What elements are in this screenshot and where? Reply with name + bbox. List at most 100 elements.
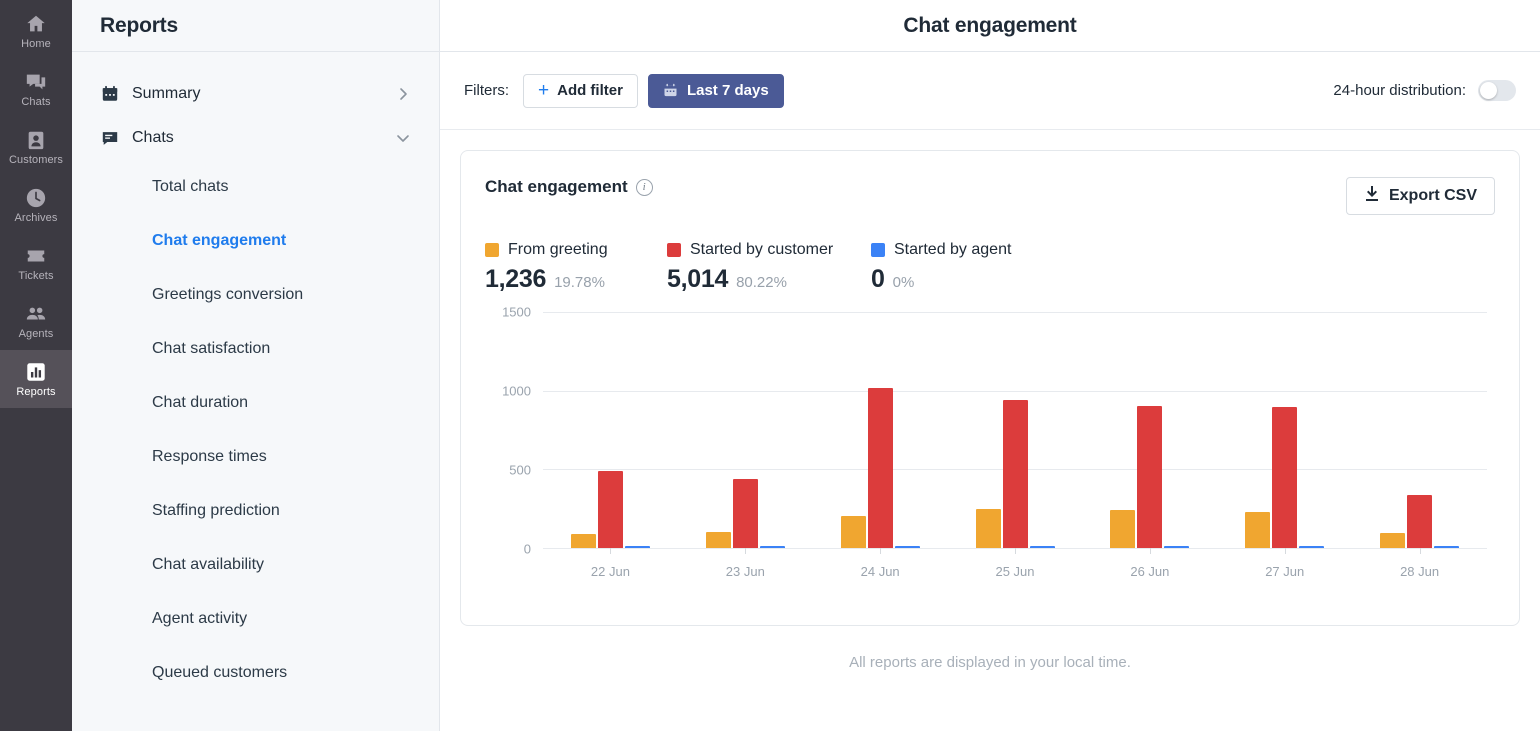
legend-percent: 0%	[892, 274, 915, 291]
chart-bar[interactable]	[1029, 545, 1055, 548]
sidebar-title: Reports	[100, 13, 178, 37]
rail-item-archives[interactable]: Archives	[0, 176, 72, 234]
chart-x-label: 23 Jun	[725, 564, 765, 579]
sidebar-item-chat-duration[interactable]: Chat duration	[72, 376, 439, 430]
chart-bar[interactable]	[840, 515, 866, 548]
rail-item-home[interactable]: Home	[0, 2, 72, 60]
calendar-icon	[663, 83, 678, 98]
chart-bar-group[interactable]	[1217, 312, 1352, 554]
chart-bar[interactable]	[624, 545, 650, 548]
chart-bar-group[interactable]	[678, 312, 813, 554]
legend-value: 5,014	[667, 265, 729, 293]
add-filter-label: Add filter	[557, 82, 623, 99]
main-panel: Chat engagement Filters: + Add filter La…	[440, 0, 1540, 731]
sidebar-item-total-chats[interactable]: Total chats	[72, 160, 439, 214]
legend-percent: 19.78%	[554, 274, 605, 291]
chart-bars	[948, 312, 1083, 548]
chart-bar[interactable]	[1299, 545, 1325, 548]
sidebar-group-summary[interactable]: Summary	[72, 72, 439, 116]
rail-label-tickets: Tickets	[18, 270, 54, 282]
chart-bar[interactable]	[1272, 406, 1298, 548]
chart-bar[interactable]	[867, 387, 893, 548]
chart-bar[interactable]	[1407, 494, 1433, 548]
chart-x-label: 28 Jun	[1400, 564, 1440, 579]
sidebar-group-chats[interactable]: Chats	[72, 116, 439, 160]
chart-bar[interactable]	[570, 533, 596, 548]
chart-bar[interactable]	[1137, 406, 1163, 548]
card-title-row: Chat engagement i	[485, 177, 653, 197]
chart-bar[interactable]	[705, 531, 731, 548]
chart-bar-group[interactable]	[1352, 312, 1487, 554]
sidebar-item-chat-engagement[interactable]: Chat engagement	[72, 214, 439, 268]
rail-label-customers: Customers	[8, 154, 64, 166]
chat-engagement-card: Chat engagement i Export CSV From greeti…	[460, 150, 1520, 626]
chart-bar[interactable]	[1245, 511, 1271, 548]
info-icon[interactable]: i	[635, 178, 653, 196]
distribution-toggle[interactable]	[1478, 80, 1516, 101]
app-root: Home Chats Customers Archives Tickets Ag…	[0, 0, 1540, 731]
chart-bar-group[interactable]	[1082, 312, 1217, 554]
plus-icon: +	[538, 80, 550, 101]
sidebar-item-chat-availability[interactable]: Chat availability	[72, 538, 439, 592]
rail-item-agents[interactable]: Agents	[0, 292, 72, 350]
rail-item-tickets[interactable]: Tickets	[0, 234, 72, 292]
rail-item-customers[interactable]: Customers	[0, 118, 72, 176]
date-range-button[interactable]: Last 7 days	[647, 73, 784, 108]
local-time-note: All reports are displayed in your local …	[849, 654, 1131, 671]
agents-icon	[24, 302, 48, 326]
sidebar-item-chat-satisfaction[interactable]: Chat satisfaction	[72, 322, 439, 376]
chart-bar[interactable]	[1002, 400, 1028, 548]
chart-bar[interactable]	[1110, 509, 1136, 548]
legend-swatch	[485, 243, 499, 257]
filters-label: Filters:	[464, 82, 509, 99]
legend-item-started-by-agent: Started by agent 0 0%	[871, 241, 1011, 294]
sidebar-item-label: Total chats	[152, 178, 229, 195]
legend-label: Started by customer	[690, 241, 834, 258]
export-csv-button[interactable]: Export CSV	[1345, 177, 1495, 215]
rail-label-agents: Agents	[18, 328, 54, 340]
chat-bubble-icon	[100, 128, 120, 148]
chart-bars	[1082, 312, 1217, 548]
legend-value: 0	[871, 265, 885, 293]
chart-bar-group[interactable]	[948, 312, 1083, 554]
legend-label: From greeting	[508, 241, 608, 258]
sidebar-item-greetings-conversion[interactable]: Greetings conversion	[72, 268, 439, 322]
sidebar-item-label: Greetings conversion	[152, 286, 304, 303]
rail-label-archives: Archives	[14, 212, 58, 224]
chart-bar-group[interactable]	[813, 312, 948, 554]
chart-x-tick	[1015, 548, 1016, 554]
chart-x-label: 25 Jun	[995, 564, 1035, 579]
chart-bar[interactable]	[732, 478, 758, 548]
chart-x-tick	[1284, 548, 1286, 554]
sidebar-item-label: Chat duration	[152, 394, 249, 411]
legend-swatch	[871, 243, 885, 257]
legend-label: Started by agent	[894, 241, 1012, 258]
chart-bar[interactable]	[759, 545, 785, 548]
sidebar-item-label: Staffing prediction	[152, 502, 280, 519]
content-area: Chat engagement i Export CSV From greeti…	[440, 130, 1540, 731]
chart-y-tick-label: 1500	[502, 304, 531, 320]
add-filter-button[interactable]: + Add filter	[523, 73, 638, 108]
chart-bar[interactable]	[894, 545, 920, 548]
chart-bar-group[interactable]	[543, 312, 678, 554]
chart-bar[interactable]	[1434, 545, 1460, 548]
chart-x-tick	[1149, 548, 1151, 554]
sidebar-item-queued-customers[interactable]: Queued customers	[72, 646, 439, 700]
rail-item-reports[interactable]: Reports	[0, 350, 72, 408]
sidebar-item-agent-activity[interactable]: Agent activity	[72, 592, 439, 646]
chart-bar[interactable]	[1380, 532, 1406, 548]
download-icon	[1364, 185, 1380, 207]
reports-bar-chart-icon	[24, 360, 48, 384]
chart-bar[interactable]	[1164, 545, 1190, 548]
sidebar-item-response-times[interactable]: Response times	[72, 430, 439, 484]
sidebar-group-summary-label: Summary	[132, 85, 201, 102]
chart-bar[interactable]	[597, 470, 623, 548]
main-header: Chat engagement	[440, 0, 1540, 52]
sidebar-item-staffing-prediction[interactable]: Staffing prediction	[72, 484, 439, 538]
rail-item-chats[interactable]: Chats	[0, 60, 72, 118]
archives-clock-icon	[24, 186, 48, 210]
chart-bar[interactable]	[975, 508, 1001, 548]
chats-icon	[24, 70, 48, 94]
chart-x-tick	[880, 548, 882, 554]
chart-x-label: 26 Jun	[1130, 564, 1170, 579]
